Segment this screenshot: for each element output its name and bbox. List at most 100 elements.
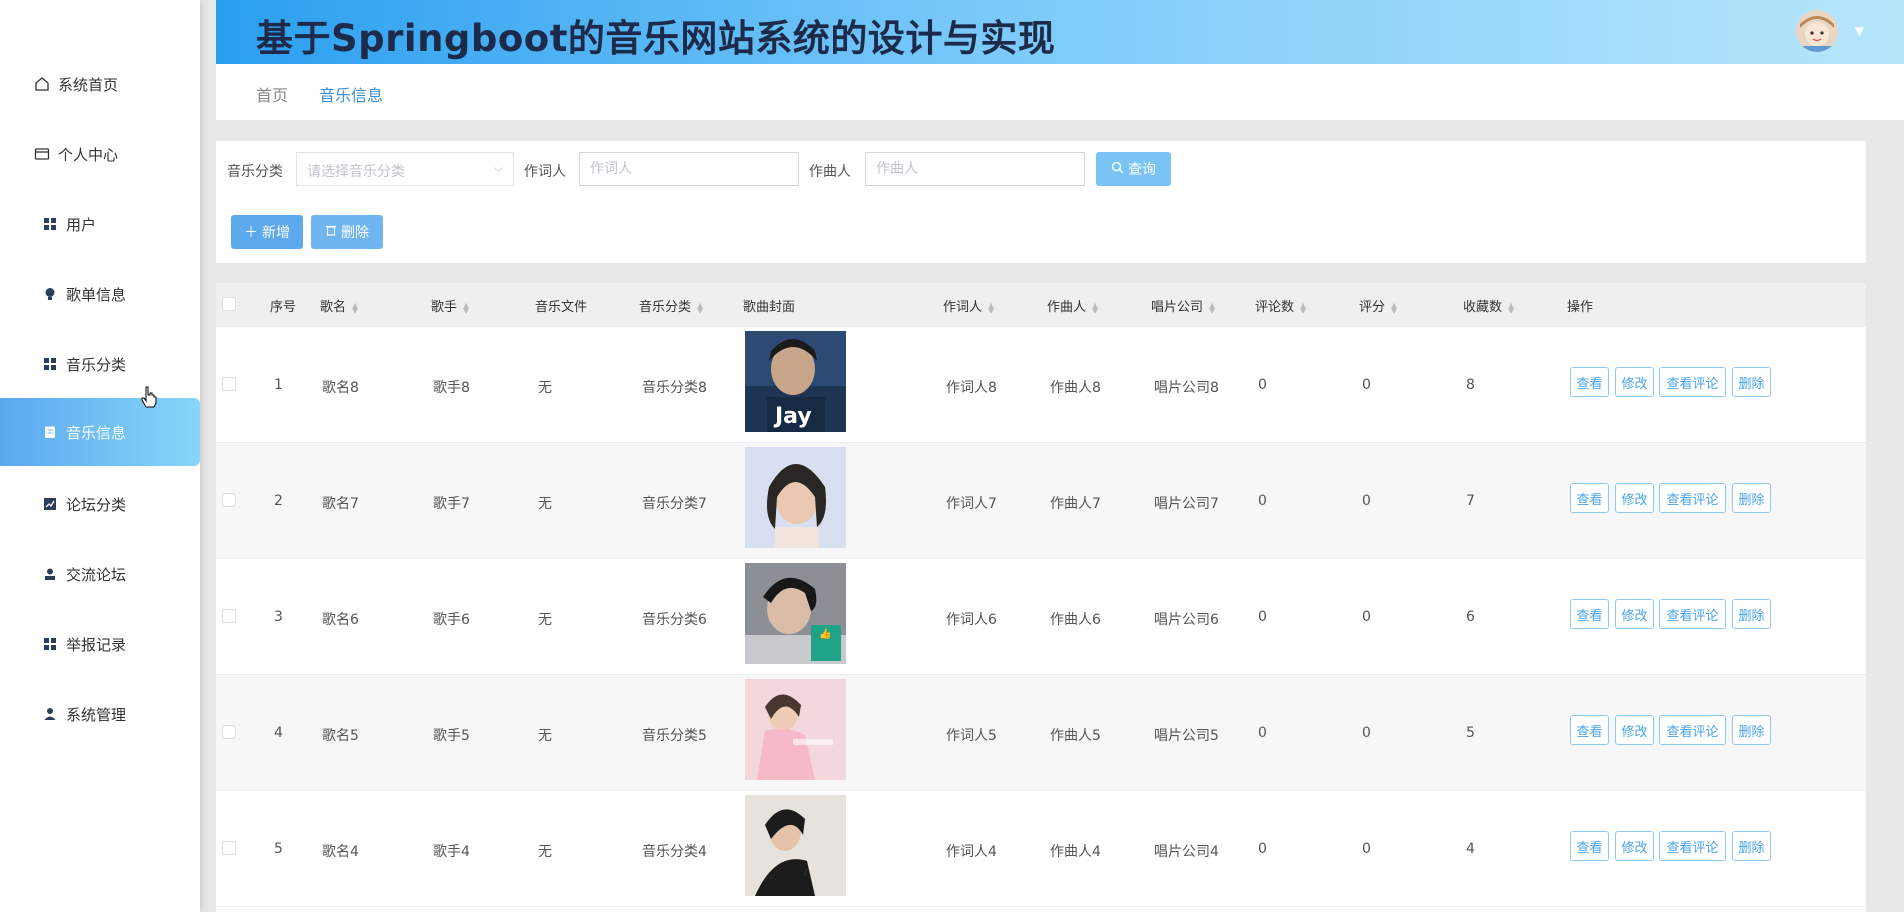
sort-icon[interactable]: ▲ ▼ xyxy=(1209,301,1215,314)
app-title: 基于Springboot的音乐网站系统的设计与实现 xyxy=(256,17,1056,60)
delete-button[interactable]: 删除 xyxy=(1732,483,1771,513)
sidebar-item-forum[interactable]: 交流论坛 xyxy=(0,540,200,608)
cell-category: 音乐分类8 xyxy=(642,380,707,396)
sidebar-item-label: 论坛分类 xyxy=(66,495,127,514)
th-rating-label: 评分 xyxy=(1359,300,1386,315)
user-icon xyxy=(40,564,60,584)
edit-button[interactable]: 修改 xyxy=(1615,831,1654,861)
sidebar-item-music-info[interactable]: 音乐信息 xyxy=(0,398,200,466)
view-comments-button[interactable]: 查看评论 xyxy=(1659,715,1726,745)
edit-button[interactable]: 修改 xyxy=(1615,367,1654,397)
view-comments-button[interactable]: 查看评论 xyxy=(1659,599,1726,629)
th-file: 音乐文件 xyxy=(535,300,588,315)
th-singer[interactable]: 歌手 ▲ ▼ xyxy=(431,296,469,315)
edit-button[interactable]: 修改 xyxy=(1615,599,1654,629)
song-cover-image xyxy=(745,679,846,780)
category-select[interactable]: 请选择音乐分类 ⌵ xyxy=(296,152,514,186)
cell-lyricist: 作词人5 xyxy=(946,728,997,744)
sort-icon[interactable]: ▲ ▼ xyxy=(1300,301,1306,314)
cell-lyricist: 作词人6 xyxy=(946,612,997,628)
select-all-checkbox[interactable] xyxy=(222,297,236,311)
view-button[interactable]: 查看 xyxy=(1570,599,1609,629)
th-category[interactable]: 音乐分类 ▲ ▼ xyxy=(639,296,703,315)
sidebar-item-reports[interactable]: 举报记录 xyxy=(0,610,200,678)
th-composer-label: 作曲人 xyxy=(1047,300,1087,315)
edit-button[interactable]: 修改 xyxy=(1615,715,1654,745)
view-button[interactable]: 查看 xyxy=(1570,715,1609,745)
bulb-icon xyxy=(40,284,60,304)
view-comments-button[interactable]: 查看评论 xyxy=(1659,483,1726,513)
edit-button[interactable]: 修改 xyxy=(1615,483,1654,513)
caret-down-icon[interactable]: ▼ xyxy=(1855,24,1864,38)
sidebar-item-home[interactable]: 系统首页 xyxy=(0,50,200,118)
th-favorites[interactable]: 收藏数 ▲ ▼ xyxy=(1463,296,1514,315)
avatar[interactable] xyxy=(1796,10,1838,52)
th-name[interactable]: 歌名 ▲ ▼ xyxy=(320,296,358,315)
row-checkbox[interactable] xyxy=(222,377,236,391)
sidebar-item-forum-category[interactable]: 论坛分类 xyxy=(0,470,200,538)
lyricist-input[interactable] xyxy=(579,152,799,186)
sidebar-item-label: 歌单信息 xyxy=(66,285,127,304)
th-comments-label: 评论数 xyxy=(1255,300,1295,315)
th-lyricist[interactable]: 作词人 ▲ ▼ xyxy=(943,296,994,315)
cell-rating: 0 xyxy=(1362,377,1371,393)
search-icon xyxy=(1111,161,1124,178)
view-button[interactable]: 查看 xyxy=(1570,367,1609,397)
search-button[interactable]: 查询 xyxy=(1096,152,1171,186)
th-ops: 操作 xyxy=(1567,300,1594,315)
sort-icon[interactable]: ▲ ▼ xyxy=(1508,301,1514,314)
cell-rating: 0 xyxy=(1362,609,1371,625)
grid-icon xyxy=(40,354,60,374)
th-name-label: 歌名 xyxy=(320,300,347,315)
sort-icon[interactable]: ▲ ▼ xyxy=(988,301,994,314)
th-comments[interactable]: 评论数 ▲ ▼ xyxy=(1255,296,1306,315)
mouse-cursor-icon xyxy=(140,386,158,412)
row-checkbox[interactable] xyxy=(222,725,236,739)
th-index: 序号 xyxy=(270,300,297,315)
view-comments-button[interactable]: 查看评论 xyxy=(1659,831,1726,861)
th-composer[interactable]: 作曲人 ▲ ▼ xyxy=(1047,296,1098,315)
sidebar-item-label: 系统管理 xyxy=(66,705,127,724)
cell-company: 唱片公司7 xyxy=(1154,496,1219,512)
cell-favorites: 5 xyxy=(1466,725,1475,741)
view-button[interactable]: 查看 xyxy=(1570,831,1609,861)
sidebar-item-label: 音乐分类 xyxy=(66,355,127,374)
row-checkbox[interactable] xyxy=(222,841,236,855)
batch-delete-button[interactable]: 删除 xyxy=(311,215,383,249)
cell-name: 歌名4 xyxy=(322,844,359,860)
cell-comments: 0 xyxy=(1258,493,1267,509)
delete-button[interactable]: 删除 xyxy=(1732,599,1771,629)
sort-icon[interactable]: ▲ ▼ xyxy=(463,301,469,314)
cell-company: 唱片公司6 xyxy=(1154,612,1219,628)
sort-icon[interactable]: ▲ ▼ xyxy=(1092,301,1098,314)
person-icon xyxy=(40,704,60,724)
sidebar-item-playlists[interactable]: 歌单信息 xyxy=(0,260,200,328)
view-comments-button[interactable]: 查看评论 xyxy=(1659,367,1726,397)
th-company[interactable]: 唱片公司 ▲ ▼ xyxy=(1151,296,1215,315)
sidebar-item-users[interactable]: 用户 xyxy=(0,190,200,258)
sidebar-item-system[interactable]: 系统管理 xyxy=(0,680,200,748)
composer-input[interactable] xyxy=(865,152,1085,186)
row-checkbox[interactable] xyxy=(222,493,236,507)
cell-composer: 作曲人5 xyxy=(1050,728,1101,744)
add-button[interactable]: ＋ 新增 xyxy=(231,215,303,249)
row-checkbox[interactable] xyxy=(222,609,236,623)
breadcrumb: 首页 音乐信息 xyxy=(216,64,1904,120)
sort-icon[interactable]: ▲ ▼ xyxy=(1391,301,1397,314)
breadcrumb-home[interactable]: 首页 xyxy=(256,82,288,106)
cell-comments: 0 xyxy=(1258,609,1267,625)
delete-button[interactable]: 删除 xyxy=(1732,831,1771,861)
cell-index: 4 xyxy=(274,725,283,741)
delete-button[interactable]: 删除 xyxy=(1732,715,1771,745)
cell-lyricist: 作词人4 xyxy=(946,844,997,860)
th-rating[interactable]: 评分 ▲ ▼ xyxy=(1359,296,1397,315)
sidebar-item-music-category[interactable]: 音乐分类 xyxy=(0,330,200,398)
view-button[interactable]: 查看 xyxy=(1570,483,1609,513)
sidebar-item-profile[interactable]: 个人中心 xyxy=(0,120,200,188)
th-favorites-label: 收藏数 xyxy=(1463,300,1503,315)
sort-icon[interactable]: ▲ ▼ xyxy=(697,301,703,314)
sort-icon[interactable]: ▲ ▼ xyxy=(352,301,358,314)
cell-composer: 作曲人8 xyxy=(1050,380,1101,396)
cell-file: 无 xyxy=(538,496,552,512)
delete-button[interactable]: 删除 xyxy=(1732,367,1771,397)
